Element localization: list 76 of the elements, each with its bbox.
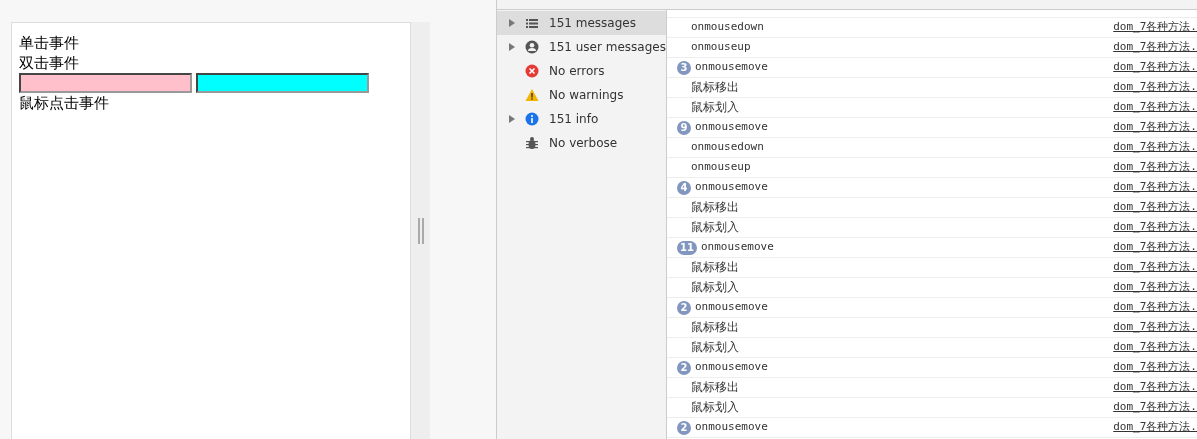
- source-link[interactable]: dom_7各种方法.: [1113, 359, 1197, 376]
- log-message: 鼠标移出: [691, 79, 740, 97]
- expand-arrow-icon[interactable]: [509, 19, 515, 27]
- log-message: onmousedown: [691, 139, 765, 156]
- log-message: 鼠标移出: [691, 379, 740, 397]
- source-link[interactable]: dom_7各种方法.: [1113, 419, 1197, 436]
- warning-icon: [525, 88, 539, 102]
- error-icon: [525, 64, 539, 78]
- resize-handle[interactable]: [417, 217, 424, 244]
- user-icon: [525, 40, 539, 54]
- repeat-count: 11: [677, 240, 697, 255]
- sidebar-item[interactable]: No errors: [497, 59, 666, 83]
- expand-arrow-icon[interactable]: [509, 43, 515, 51]
- source-link[interactable]: dom_7各种方法.: [1113, 259, 1197, 276]
- log-message: onmousemove: [700, 239, 775, 256]
- repeat-count: 2: [677, 420, 691, 435]
- repeat-count: 2: [677, 360, 691, 375]
- log-message: 鼠标划入: [691, 219, 740, 237]
- sidebar-label: 151 messages: [549, 15, 636, 32]
- log-message: 鼠标移出: [691, 319, 740, 337]
- source-link[interactable]: dom_7各种方法.: [1113, 339, 1197, 356]
- source-link[interactable]: dom_7各种方法.: [1113, 299, 1197, 316]
- source-link[interactable]: dom_7各种方法.: [1113, 99, 1197, 116]
- text-input[interactable]: [19, 73, 192, 93]
- source-link[interactable]: dom_7各种方法.: [1113, 319, 1197, 336]
- log-message: onmousemove: [695, 419, 769, 436]
- log-message: 鼠标划入: [691, 99, 740, 117]
- log-message: 鼠标移出: [691, 199, 740, 217]
- sidebar-label: 151 user messages: [549, 39, 666, 56]
- sidebar-item[interactable]: No warnings: [497, 83, 666, 107]
- source-link[interactable]: dom_7各种方法.: [1113, 119, 1197, 136]
- sidebar-item[interactable]: 151 messages: [497, 11, 666, 35]
- source-link[interactable]: dom_7各种方法.: [1113, 19, 1197, 36]
- event-label: 鼠标点击事件: [19, 93, 109, 113]
- source-link[interactable]: dom_7各种方法.: [1113, 159, 1197, 176]
- expand-arrow-icon[interactable]: [509, 115, 515, 123]
- log-message: 鼠标划入: [691, 399, 740, 417]
- sidebar-item[interactable]: No verbose: [497, 131, 666, 155]
- log-message: onmousemove: [695, 359, 769, 376]
- source-link[interactable]: dom_7各种方法.: [1113, 59, 1197, 76]
- source-link[interactable]: dom_7各种方法.: [1113, 139, 1197, 156]
- log-message: onmouseup: [691, 39, 752, 56]
- list-icon: [525, 16, 539, 30]
- sidebar-label: No errors: [549, 63, 605, 80]
- event-label: 单击事件: [19, 33, 79, 53]
- text-input[interactable]: [196, 73, 369, 93]
- log-message: 鼠标移出: [691, 259, 740, 277]
- repeat-count: 3: [677, 60, 691, 75]
- source-link[interactable]: dom_7各种方法.: [1113, 179, 1197, 196]
- event-label: 双击事件: [19, 53, 79, 73]
- source-link[interactable]: dom_7各种方法.: [1113, 379, 1197, 396]
- repeat-count: 4: [677, 180, 691, 195]
- bug-icon: [525, 136, 539, 150]
- source-link[interactable]: dom_7各种方法.: [1113, 239, 1197, 256]
- source-link[interactable]: dom_7各种方法.: [1113, 219, 1197, 236]
- log-message: 鼠标划入: [691, 279, 740, 297]
- log-message: onmousemove: [695, 179, 769, 196]
- repeat-count: 9: [677, 120, 691, 135]
- sidebar-label: No verbose: [549, 135, 618, 152]
- sidebar-item[interactable]: 151 user messages: [497, 35, 666, 59]
- source-link[interactable]: dom_7各种方法.: [1113, 39, 1197, 56]
- source-link[interactable]: dom_7各种方法.: [1113, 79, 1197, 96]
- log-message: 鼠标划入: [691, 339, 740, 357]
- log-message: onmousemove: [695, 119, 769, 136]
- sidebar-item[interactable]: 151 info: [497, 107, 666, 131]
- source-link[interactable]: dom_7各种方法.: [1113, 199, 1197, 216]
- source-link[interactable]: dom_7各种方法.: [1113, 279, 1197, 296]
- log-message: onmouseup: [691, 159, 752, 176]
- log-message: onmousedown: [691, 19, 765, 36]
- sidebar-label: 151 info: [549, 111, 599, 128]
- log-message: onmousemove: [695, 299, 769, 316]
- sidebar-label: No warnings: [549, 87, 624, 104]
- source-link[interactable]: dom_7各种方法.: [1113, 399, 1197, 416]
- info-icon: [525, 112, 539, 126]
- repeat-count: 2: [677, 300, 691, 315]
- log-message: onmousemove: [695, 59, 769, 76]
